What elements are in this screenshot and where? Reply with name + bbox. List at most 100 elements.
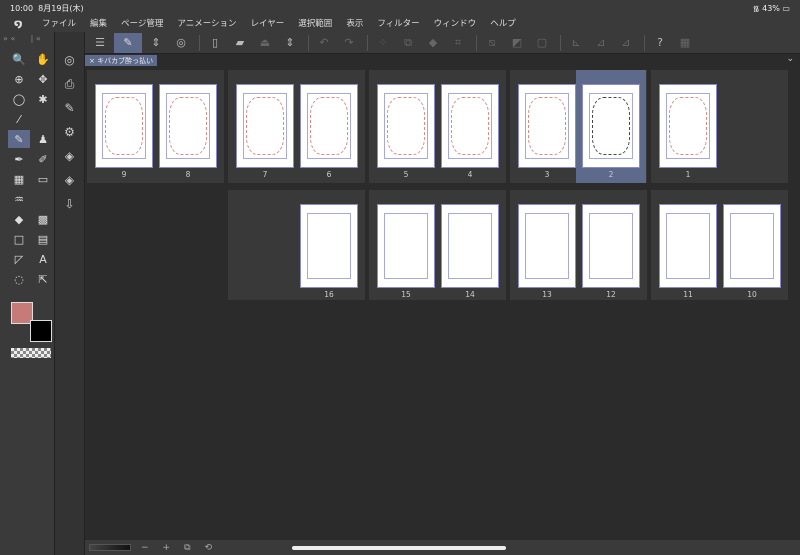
menu-item[interactable]: ウィンドウ xyxy=(434,17,477,29)
ruler-icon[interactable]: ⊾ xyxy=(565,33,587,53)
spread[interactable]: 15 14 xyxy=(369,190,506,300)
help-icon[interactable]: ? xyxy=(649,33,671,53)
page-thumbnail[interactable] xyxy=(300,84,358,168)
transform-icon[interactable]: ⌗ xyxy=(447,33,469,53)
spread[interactable]: 16 xyxy=(228,190,365,300)
tool-icon[interactable]: ✋ xyxy=(32,50,54,68)
transparent-color-swatch[interactable] xyxy=(11,348,51,358)
menu-item[interactable]: 表示 xyxy=(346,17,363,29)
tool-icon[interactable]: ✐ xyxy=(32,150,54,168)
tool-icon[interactable]: ◌ xyxy=(8,270,30,288)
page-edit-icon[interactable]: ✎ xyxy=(55,96,84,120)
page-thumbnail[interactable] xyxy=(377,84,435,168)
tool-icon[interactable]: ♒ xyxy=(8,190,30,208)
tool-icon[interactable]: □ xyxy=(8,230,30,248)
tool-icon[interactable]: ⊕ xyxy=(8,70,30,88)
fit-icon[interactable]: ⧉ xyxy=(184,543,190,553)
zoom-in-button[interactable]: + xyxy=(163,543,171,553)
tool-icon[interactable]: ✒ xyxy=(8,150,30,168)
document-tab[interactable]: × キバカブ酔っ払い xyxy=(85,55,158,66)
menu-item[interactable]: ページ管理 xyxy=(121,17,163,29)
tool-icon[interactable]: ▭ xyxy=(32,170,54,188)
tool-icon[interactable]: ⇱ xyxy=(32,270,54,288)
menu-icon[interactable]: ☰ xyxy=(89,33,111,53)
tool-icon[interactable]: A xyxy=(32,250,54,268)
tool-icon[interactable]: ◯ xyxy=(8,90,30,108)
new-file-icon[interactable]: ▯ xyxy=(204,33,226,53)
page-thumbnail[interactable] xyxy=(582,84,640,168)
home-indicator[interactable] xyxy=(292,546,506,550)
edit-page-button[interactable]: ✎ xyxy=(114,32,142,53)
page-thumbnail[interactable] xyxy=(518,84,576,168)
page-thumbnail[interactable] xyxy=(659,84,717,168)
page-thumbnail[interactable] xyxy=(441,84,499,168)
page-thumbnail[interactable] xyxy=(377,204,435,288)
invert-icon[interactable]: ▢ xyxy=(531,33,553,53)
rotate-icon[interactable]: ⟲ xyxy=(205,543,213,553)
page-thumbnail[interactable] xyxy=(582,204,640,288)
page-thumbnail[interactable] xyxy=(95,84,153,168)
undo-icon[interactable]: ↶ xyxy=(313,33,335,53)
menu-item[interactable]: アニメーション xyxy=(177,17,236,29)
fill-selection-icon[interactable]: ◩ xyxy=(506,33,528,53)
tool-icon[interactable]: ⁄ xyxy=(8,110,30,128)
tool-icon[interactable]: ♟ xyxy=(32,130,54,148)
fill-icon[interactable]: ◆ xyxy=(422,33,444,53)
page-thumbnail[interactable] xyxy=(236,84,294,168)
deselect-icon[interactable]: ⁘ xyxy=(372,33,394,53)
page-thumbnail[interactable] xyxy=(300,204,358,288)
zoom-icon[interactable]: ◎ xyxy=(55,48,84,72)
ruler3-icon[interactable]: ⊿ xyxy=(615,33,637,53)
open-folder-icon[interactable]: ▰ xyxy=(229,33,251,53)
tool-icon[interactable]: ▦ xyxy=(8,170,30,188)
page-settings-icon[interactable]: ⚙ xyxy=(55,120,84,144)
tool-icon[interactable]: ▤ xyxy=(32,230,54,248)
menu-item[interactable]: ヘルプ xyxy=(490,17,516,29)
page-icon[interactable]: ⎙ xyxy=(55,72,84,96)
updown-icon[interactable]: ⇕ xyxy=(279,33,301,53)
tool-icon[interactable] xyxy=(32,110,54,128)
spread[interactable]: 76 xyxy=(228,70,365,183)
clear-icon[interactable]: ⧅ xyxy=(481,33,503,53)
page-thumbnail[interactable] xyxy=(159,84,217,168)
redo-icon[interactable]: ↷ xyxy=(338,33,360,53)
save-icon[interactable]: ⏏ xyxy=(254,33,276,53)
sub-color-swatch[interactable] xyxy=(30,320,52,342)
tool-icon[interactable]: ✱ xyxy=(32,90,54,108)
spread[interactable]: 54 xyxy=(369,70,506,183)
menu-item[interactable]: フィルター xyxy=(377,17,419,29)
zoom-out-button[interactable]: − xyxy=(141,543,149,553)
close-icon[interactable]: × xyxy=(89,57,95,65)
page-thumbnail[interactable] xyxy=(518,204,576,288)
spread[interactable]: 1 xyxy=(651,70,788,183)
spread[interactable]: 98 xyxy=(87,70,224,183)
page-thumbnail[interactable] xyxy=(441,204,499,288)
layers-icon[interactable]: ◈ xyxy=(55,144,84,168)
menu-item[interactable]: 選択範囲 xyxy=(298,17,332,29)
spread[interactable]: 32 xyxy=(510,70,647,183)
spiral-icon[interactable]: ◎ xyxy=(170,33,192,53)
grid-icon[interactable]: ▦ xyxy=(674,33,696,53)
app-logo-icon[interactable]: ໑ xyxy=(14,17,28,30)
spread[interactable]: 13 12 xyxy=(510,190,647,300)
chevron-down-icon[interactable]: ⌄ xyxy=(786,54,794,64)
tool-icon[interactable]: ✥ xyxy=(32,70,54,88)
tool-icon[interactable]: ◸ xyxy=(8,250,30,268)
tool-icon[interactable] xyxy=(32,190,54,208)
page-thumbnail[interactable] xyxy=(723,204,781,288)
updown-icon[interactable]: ⇕ xyxy=(145,33,167,53)
tool-icon[interactable]: ◆ xyxy=(8,210,30,228)
tool-icon[interactable]: ▩ xyxy=(32,210,54,228)
ruler2-icon[interactable]: ⊿ xyxy=(590,33,612,53)
tool-icon[interactable]: ✎ xyxy=(8,130,30,148)
page-thumbnail[interactable] xyxy=(659,204,717,288)
spread[interactable]: 11 10 xyxy=(651,190,788,300)
tool-icon[interactable]: 🔍 xyxy=(8,50,30,68)
crop-icon[interactable]: ⧉ xyxy=(397,33,419,53)
export-icon[interactable]: ⇩ xyxy=(55,192,84,216)
panel-header[interactable]: » « | « xyxy=(0,32,54,46)
menu-item[interactable]: 編集 xyxy=(90,17,107,29)
layers-settings-icon[interactable]: ◈ xyxy=(55,168,84,192)
menu-item[interactable]: ファイル xyxy=(42,17,76,29)
zoom-slider[interactable] xyxy=(89,544,131,551)
